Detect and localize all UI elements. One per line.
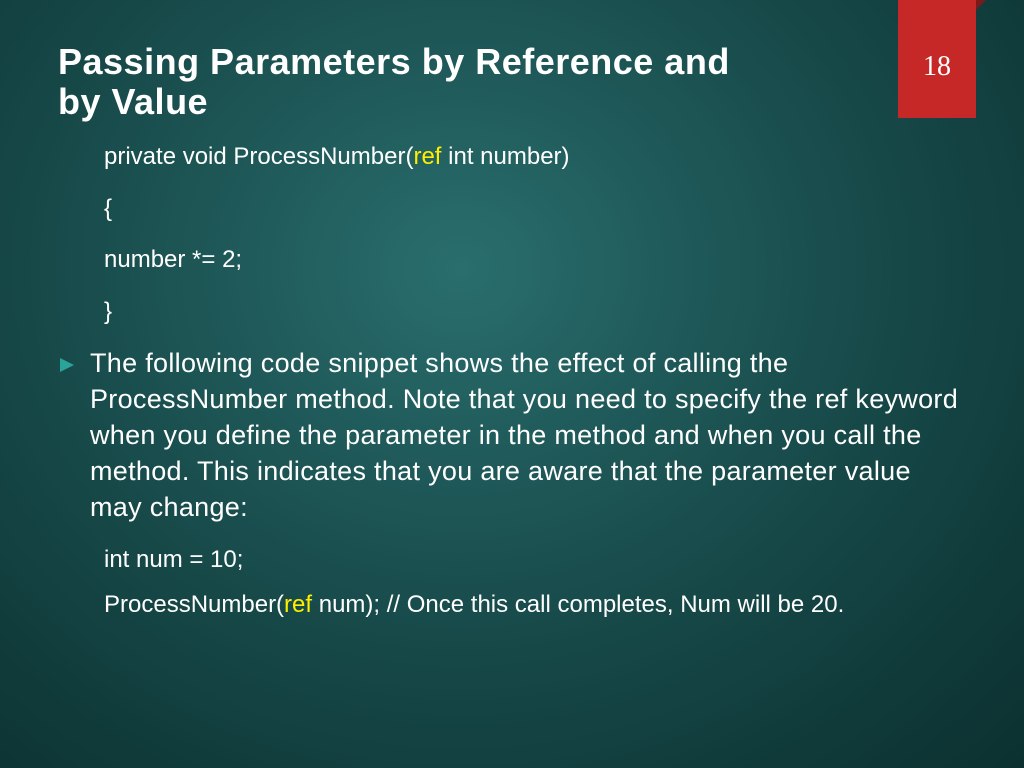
- slide-body: private void ProcessNumber(ref int numbe…: [58, 140, 968, 630]
- triangle-bullet-icon: [58, 356, 76, 379]
- ref-keyword: ref: [284, 591, 312, 618]
- bullet-item: The following code snippet shows the eff…: [58, 346, 968, 526]
- slide-title: Passing Parameters by Reference and by V…: [58, 42, 778, 121]
- ref-keyword: ref: [413, 143, 441, 170]
- code-fragment: ProcessNumber(: [104, 591, 284, 618]
- code-fragment: private void ProcessNumber(: [104, 143, 413, 170]
- code-line-5: int num = 10;: [104, 544, 968, 575]
- bullet-text: The following code snippet shows the eff…: [90, 346, 968, 526]
- code-line-3: number *= 2;: [104, 243, 968, 277]
- slide-number: 18: [923, 51, 951, 83]
- code-line-1: private void ProcessNumber(ref int numbe…: [104, 140, 968, 174]
- code-fragment: num); // Once this call completes, Num w…: [312, 591, 844, 618]
- code-fragment: int number): [441, 143, 569, 170]
- code-line-6: ProcessNumber(ref num); // Once this cal…: [104, 589, 968, 620]
- slide-number-ribbon: 18: [898, 0, 976, 118]
- code-line-4: }: [104, 295, 968, 329]
- code-line-2: {: [104, 192, 968, 226]
